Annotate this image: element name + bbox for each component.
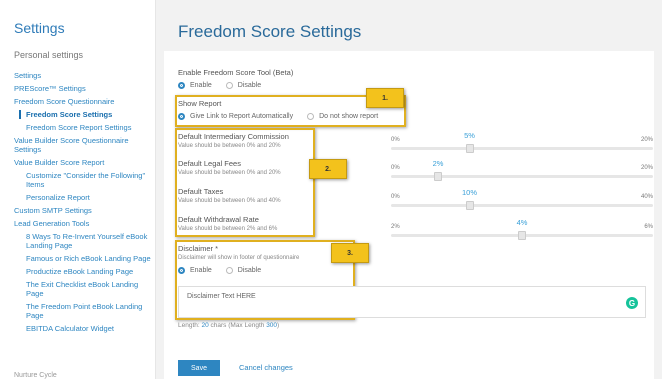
withdrawal-rate-slider[interactable]: 2% 6% 4% — [391, 218, 653, 240]
slider-max-label: 40% — [640, 194, 653, 200]
cancel-changes-link[interactable]: Cancel changes — [239, 363, 293, 372]
sidebar-title: Settings — [14, 20, 65, 36]
slider-min-label: 0% — [391, 165, 400, 171]
disable-option-label: Disable — [237, 267, 262, 274]
disable-option-label: Disable — [237, 82, 262, 89]
legal-fees-label: Default Legal Fees — [178, 159, 241, 168]
slider-min-label: 0% — [391, 194, 400, 200]
give-link-option-label: Give Link to Report Automatically — [190, 113, 294, 120]
slider-track[interactable] — [391, 204, 653, 207]
enable-tool-radio-group: Enable Disable — [178, 82, 275, 89]
slider-max-label: 20% — [640, 165, 653, 171]
slider-track[interactable] — [391, 175, 653, 178]
sidebar-item-freedom-point-ebook[interactable]: The Freedom Point eBook Landing Page — [14, 302, 155, 320]
slider-min-label: 0% — [391, 137, 400, 143]
disclaimer-textarea[interactable]: Disclaimer Text HERE — [178, 286, 646, 318]
taxes-label: Default Taxes — [178, 187, 224, 196]
enable-option-label: Enable — [190, 82, 212, 89]
slider-handle[interactable] — [465, 201, 474, 210]
slider-handle[interactable] — [518, 231, 526, 240]
callout-1: 1. — [366, 88, 404, 108]
do-not-show-option-label: Do not show report — [319, 113, 379, 120]
sidebar-nav: Settings PREScore™ Settings Freedom Scor… — [14, 71, 155, 333]
radio-selected-icon[interactable] — [178, 113, 185, 120]
slider-handle[interactable] — [465, 144, 474, 153]
sidebar: Settings Personal settings Settings PRES… — [0, 0, 156, 379]
disclaimer-length-counter: Length: 20 chars (Max Length 300) — [178, 322, 279, 329]
sidebar-section-heading: Personal settings — [14, 50, 84, 60]
sidebar-item-settings[interactable]: Settings — [14, 71, 155, 80]
length-suffix: ) — [277, 322, 280, 329]
disclaimer-label: Disclaimer * — [178, 244, 219, 253]
sidebar-item-freedom-score-settings[interactable]: Freedom Score Settings — [19, 110, 155, 119]
slider-value-label: 2% — [432, 159, 444, 168]
sidebar-item-exit-checklist-ebook[interactable]: The Exit Checklist eBook Landing Page — [14, 280, 155, 298]
show-report-label: Show Report — [178, 99, 222, 108]
taxes-hint: Value should be between 0% and 40% — [178, 198, 281, 204]
radio-unselected-icon[interactable] — [307, 113, 315, 120]
show-report-do-not-show-option[interactable]: Do not show report — [307, 113, 378, 120]
grammarly-icon[interactable]: G — [626, 297, 638, 309]
radio-selected-icon[interactable] — [178, 267, 185, 274]
disclaimer-hint: Disclaimer will show in footer of questi… — [178, 255, 300, 261]
radio-unselected-icon[interactable] — [225, 82, 233, 89]
legal-fees-slider[interactable]: 0% 20% 2% — [391, 159, 653, 181]
taxes-slider[interactable]: 0% 40% 10% — [391, 188, 653, 210]
sidebar-item-value-builder-score-report[interactable]: Value Builder Score Report — [14, 158, 155, 167]
enable-option-label: Enable — [190, 267, 212, 274]
radio-unselected-icon[interactable] — [225, 267, 233, 274]
sidebar-item-reinvent-ebook[interactable]: 8 Ways To Re-Invent Yourself eBook Landi… — [14, 232, 155, 250]
legal-fees-hint: Value should be between 0% and 20% — [178, 170, 281, 176]
disclaimer-radio-group: Enable Disable — [178, 267, 275, 274]
sidebar-item-ebitda-widget[interactable]: EBITDA Calculator Widget — [14, 324, 155, 333]
intermediary-commission-hint: Value should be between 0% and 20% — [178, 143, 281, 149]
slider-max-label: 20% — [640, 137, 653, 143]
sidebar-item-value-builder-questionnaire-settings[interactable]: Value Builder Score Questionnaire Settin… — [14, 136, 155, 154]
callout-2: 2. — [309, 159, 347, 179]
sidebar-item-freedom-score-questionnaire[interactable]: Freedom Score Questionnaire — [14, 97, 155, 106]
sidebar-item-freedom-score-report-settings[interactable]: Freedom Score Report Settings — [14, 123, 155, 132]
length-mid: chars (Max Length — [208, 322, 267, 329]
sidebar-item-nurture-cycle[interactable]: Nurture Cycle — [14, 372, 57, 379]
sidebar-item-prescore-settings[interactable]: PREScore™ Settings — [14, 84, 155, 93]
slider-track[interactable] — [391, 147, 653, 150]
slider-value-label: 10% — [461, 188, 478, 197]
disclaimer-disable-option[interactable]: Disable — [225, 267, 262, 274]
length-prefix: Length: — [178, 322, 202, 329]
slider-value-label: 5% — [464, 131, 475, 140]
sidebar-item-lead-generation-tools[interactable]: Lead Generation Tools — [14, 219, 155, 228]
show-report-radio-group: Give Link to Report Automatically Do not… — [178, 113, 392, 120]
enable-tool-disable-option[interactable]: Disable — [225, 82, 262, 89]
length-value: 20 — [201, 322, 209, 329]
main-content: Freedom Score Settings Enable Freedom Sc… — [156, 0, 662, 379]
sidebar-item-personalize-report[interactable]: Personalize Report — [14, 193, 155, 202]
slider-min-label: 2% — [391, 224, 400, 230]
radio-selected-icon[interactable] — [178, 82, 185, 89]
show-report-give-link-option[interactable]: Give Link to Report Automatically — [178, 113, 293, 120]
enable-tool-label: Enable Freedom Score Tool (Beta) — [178, 68, 294, 77]
disclaimer-enable-option[interactable]: Enable — [178, 267, 212, 274]
save-button[interactable]: Save — [178, 360, 220, 376]
sidebar-item-productize-ebook[interactable]: Productize eBook Landing Page — [14, 267, 155, 276]
page-title: Freedom Score Settings — [178, 22, 362, 41]
enable-tool-enable-option[interactable]: Enable — [178, 82, 212, 89]
withdrawal-rate-hint: Value should be between 2% and 6% — [178, 226, 278, 232]
withdrawal-rate-label: Default Withdrawal Rate — [178, 215, 259, 224]
slider-value-label: 4% — [516, 218, 528, 227]
sidebar-item-custom-smtp-settings[interactable]: Custom SMTP Settings — [14, 206, 155, 215]
callout-3: 3. — [331, 243, 369, 263]
intermediary-commission-label: Default Intermediary Commission — [178, 132, 289, 141]
length-max: 300 — [266, 322, 278, 329]
sidebar-item-customize-consider-items[interactable]: Customize "Consider the Following" Items — [14, 171, 155, 189]
intermediary-commission-slider[interactable]: 0% 20% 5% — [391, 131, 653, 153]
slider-handle[interactable] — [434, 172, 442, 181]
sidebar-item-famous-rich-ebook[interactable]: Famous or Rich eBook Landing Page — [14, 254, 155, 263]
settings-card: Enable Freedom Score Tool (Beta) Enable … — [164, 51, 654, 379]
slider-max-label: 6% — [644, 224, 653, 230]
